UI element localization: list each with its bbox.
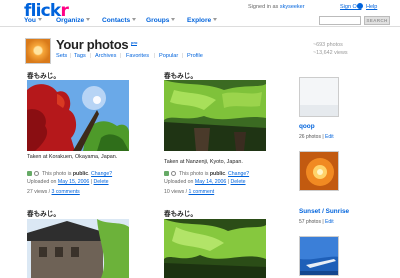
pro-badge[interactable]: pro xyxy=(131,40,138,46)
chevron-down-icon xyxy=(86,18,91,21)
stats-line: 10 views / 1 comment xyxy=(164,189,215,195)
set-thumbnail[interactable] xyxy=(299,236,339,276)
tab-tags[interactable]: Tags xyxy=(74,53,86,59)
username-link[interactable]: skyseeker xyxy=(280,4,305,10)
photo-title[interactable]: 春もみじ。 xyxy=(164,208,197,218)
buddy-icon[interactable] xyxy=(25,38,51,64)
search-button[interactable]: SEARCH xyxy=(364,16,390,25)
set-title[interactable]: qoop xyxy=(299,123,315,130)
set-edit-link[interactable]: Edit xyxy=(325,219,334,225)
upload-date-link[interactable]: May 14, 2006 xyxy=(195,179,226,185)
change-privacy-link[interactable]: Change? xyxy=(228,171,249,177)
help-icon xyxy=(357,3,363,9)
public-icon xyxy=(164,171,169,176)
delete-link[interactable]: Delete xyxy=(231,179,246,185)
set-title[interactable]: Sunset / Sunrise xyxy=(299,208,349,215)
tab-sets[interactable]: Sets xyxy=(56,53,67,59)
globe-icon xyxy=(171,171,176,176)
photo-title[interactable]: 春もみじ。 xyxy=(27,208,60,218)
set-count: 57 photos | Edit xyxy=(299,219,334,225)
view-count: ~13,642 views xyxy=(313,50,348,56)
change-privacy-link[interactable]: Change? xyxy=(91,171,112,177)
upload-line: Uploaded on May 15, 2006 | Delete xyxy=(27,179,109,185)
public-icon xyxy=(27,171,32,176)
set-thumbnail[interactable] xyxy=(299,77,339,117)
chevron-down-icon xyxy=(132,18,137,21)
stats-line: 27 views / 3 comments xyxy=(27,189,80,195)
help-link[interactable]: Help xyxy=(366,4,377,10)
top-header: flickr Signed in as skyseeker Sign Out H… xyxy=(0,0,400,28)
nav-you[interactable]: You xyxy=(24,17,42,24)
photo-image[interactable] xyxy=(27,219,129,278)
comments-link[interactable]: 3 comments xyxy=(52,189,80,195)
delete-link[interactable]: Delete xyxy=(94,179,109,185)
set-count: 26 photos | Edit xyxy=(299,134,334,140)
photo-image[interactable] xyxy=(27,80,129,151)
chevron-down-icon xyxy=(37,18,42,21)
signed-in-text: Signed in as skyseeker xyxy=(248,4,305,10)
privacy-line: This photo is public. Change? xyxy=(164,171,249,177)
nav-groups[interactable]: Groups xyxy=(146,17,176,24)
chevron-down-icon xyxy=(171,18,176,21)
comments-link[interactable]: 1 comment xyxy=(189,189,215,195)
photo-image[interactable] xyxy=(164,219,266,278)
tab-favorites[interactable]: Favorites xyxy=(126,53,149,59)
photo-title[interactable]: 春もみじ。 xyxy=(27,70,60,80)
privacy-line: This photo is public. Change? xyxy=(27,171,112,177)
search-input[interactable] xyxy=(319,16,361,25)
main-nav: You Organize Contacts Groups Explore SEA… xyxy=(0,14,400,27)
photo-count: ~693 photos xyxy=(313,42,343,48)
tab-archives[interactable]: Archives xyxy=(95,53,116,59)
upload-line: Uploaded on May 14, 2006 | Delete xyxy=(164,179,246,185)
upload-date-link[interactable]: May 15, 2006 xyxy=(58,179,89,185)
tab-profile[interactable]: Profile xyxy=(187,53,203,59)
tab-popular[interactable]: Popular xyxy=(159,53,178,59)
nav-explore[interactable]: Explore xyxy=(187,17,218,24)
set-edit-link[interactable]: Edit xyxy=(325,134,334,140)
photo-caption: Taken at Nanzenji, Kyoto, Japan. xyxy=(164,159,243,165)
globe-icon xyxy=(34,171,39,176)
chevron-down-icon xyxy=(213,18,218,21)
photo-image[interactable] xyxy=(164,80,266,151)
page-title: Your photos xyxy=(56,37,129,52)
photo-caption: Taken at Korakuen, Okayama, Japan. xyxy=(27,154,118,160)
photo-title[interactable]: 春もみじ。 xyxy=(164,70,197,80)
nav-contacts[interactable]: Contacts xyxy=(102,17,137,24)
nav-organize[interactable]: Organize xyxy=(56,17,91,24)
set-thumbnail[interactable] xyxy=(299,151,339,191)
